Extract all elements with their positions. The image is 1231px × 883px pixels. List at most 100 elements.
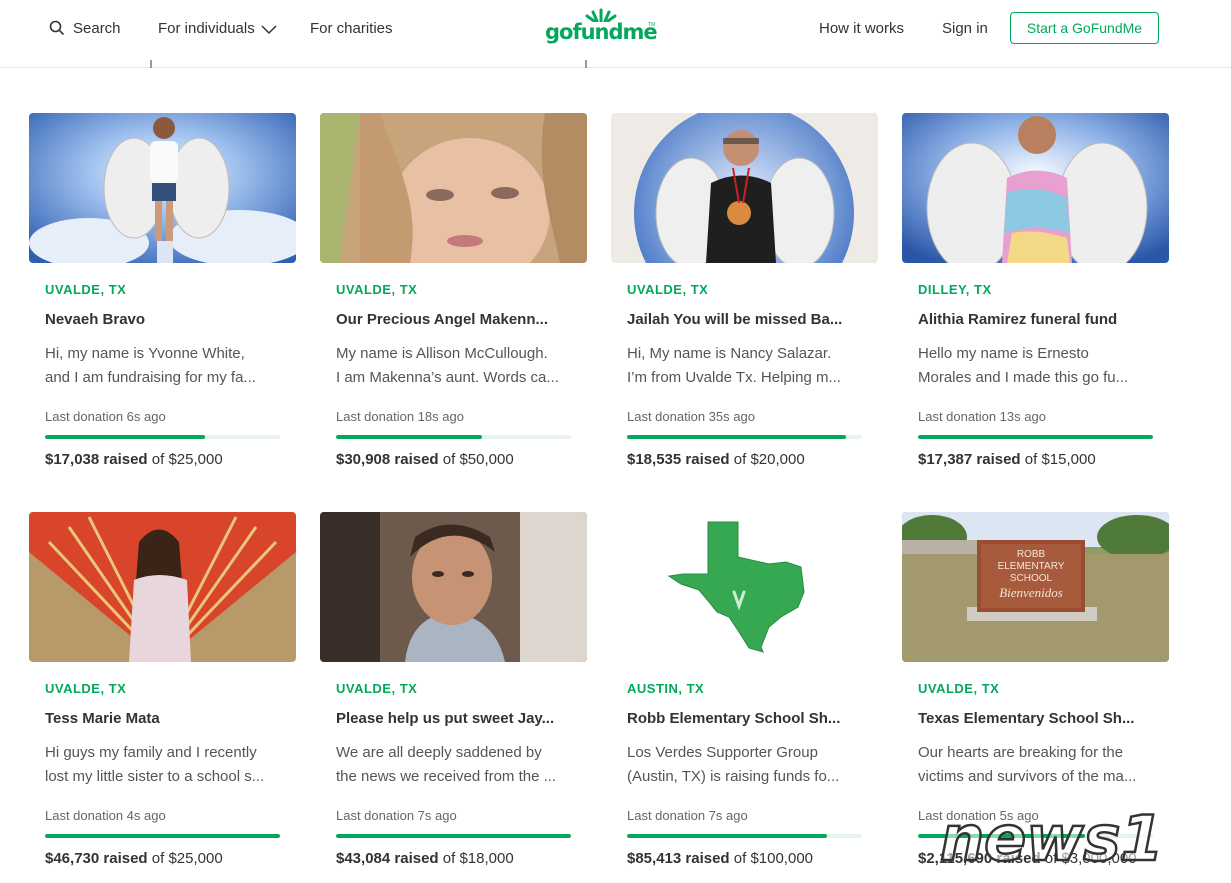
goal-value: of $25,000 — [151, 850, 223, 867]
how-it-works-link[interactable]: How it works — [819, 18, 904, 38]
location-label: UVALDE, TX — [336, 282, 418, 297]
progress-fill — [45, 834, 280, 838]
description-line: My name is Allison McCullough. — [336, 345, 548, 362]
raised-value: $85,413 raised — [627, 850, 730, 867]
fundraiser-image[interactable] — [611, 512, 878, 662]
description-line: and I am fundraising for my fa... — [45, 369, 256, 386]
for-individuals-menu[interactable]: For individuals — [158, 18, 277, 38]
description-line: Our hearts are breaking for the — [918, 744, 1124, 761]
divider — [585, 60, 587, 68]
location-label: AUSTIN, TX — [627, 681, 705, 696]
location-label: UVALDE, TX — [918, 681, 1000, 696]
fundraiser-description: Hello my name is Ernesto Morales and I m… — [918, 342, 1154, 390]
search-button[interactable]: Search — [49, 18, 121, 38]
amount-raised: $18,535 raised of $20,000 — [627, 451, 805, 468]
logo-text: gofundme — [545, 20, 658, 44]
fundraiser-title[interactable]: Tess Marie Mata — [45, 710, 281, 727]
fundraiser-card[interactable]: UVALDE, TX Jailah You will be missed Ba.… — [611, 113, 878, 483]
progress-bar — [336, 435, 571, 439]
search-icon — [49, 20, 65, 36]
last-donation: Last donation 35s ago — [627, 409, 755, 424]
raised-value: $46,730 raised — [45, 850, 148, 867]
sign-in-link[interactable]: Sign in — [942, 18, 988, 38]
for-charities-link[interactable]: For charities — [310, 18, 393, 38]
school-sign-line: Bienvenidos — [999, 585, 1063, 600]
svg-text:news1: news1 — [940, 802, 1164, 875]
fundraiser-title[interactable]: Alithia Ramirez funeral fund — [918, 311, 1154, 328]
description-line: Morales and I made this go fu... — [918, 369, 1129, 386]
progress-bar — [336, 834, 571, 838]
progress-bar — [45, 834, 280, 838]
fundraiser-image[interactable]: ROBB ELEMENTARY SCHOOL Bienvenidos — [902, 512, 1169, 662]
fundraiser-title[interactable]: Robb Elementary School Sh... — [627, 710, 863, 727]
chevron-down-icon — [261, 24, 277, 34]
fundraiser-title[interactable]: Jailah You will be missed Ba... — [627, 311, 863, 328]
amount-raised: $17,387 raised of $15,000 — [918, 451, 1096, 468]
raised-value: $30,908 raised — [336, 451, 439, 468]
progress-fill — [627, 435, 846, 439]
progress-fill — [45, 435, 205, 439]
description-line: We are all deeply saddened by — [336, 744, 542, 761]
description-line: Hi guys my family and I recently — [45, 744, 257, 761]
location-label: UVALDE, TX — [627, 282, 709, 297]
raised-value: $17,038 raised — [45, 451, 148, 468]
goal-value: of $20,000 — [733, 451, 805, 468]
divider — [150, 60, 152, 68]
description-line: Hi, my name is Yvonne White, — [45, 345, 245, 362]
fundraiser-image[interactable] — [320, 512, 587, 662]
location-label: UVALDE, TX — [45, 282, 127, 297]
school-sign-line: ELEMENTARY — [998, 561, 1065, 572]
description-line: Hi, My name is Nancy Salazar. — [627, 345, 832, 362]
fundraiser-image[interactable] — [611, 113, 878, 263]
last-donation: Last donation 6s ago — [45, 409, 166, 424]
fundraiser-card[interactable]: AUSTIN, TX Robb Elementary School Sh... … — [611, 512, 878, 882]
fundraiser-description: Hi guys my family and I recently lost my… — [45, 741, 281, 789]
last-donation: Last donation 4s ago — [45, 808, 166, 823]
site-header: Search For individuals For charities gof… — [0, 0, 1231, 68]
amount-raised: $17,038 raised of $25,000 — [45, 451, 223, 468]
fundraiser-image[interactable] — [320, 113, 587, 263]
fundraiser-card[interactable]: UVALDE, TX Our Precious Angel Makenn... … — [320, 113, 587, 483]
goal-value: of $18,000 — [442, 850, 514, 867]
fundraiser-title[interactable]: Nevaeh Bravo — [45, 311, 281, 328]
fundraiser-description: Hi, My name is Nancy Salazar. I’m from U… — [627, 342, 863, 390]
school-sign-line: SCHOOL — [1010, 573, 1053, 584]
last-donation: Last donation 13s ago — [918, 409, 1046, 424]
start-gofundme-button[interactable]: Start a GoFundMe — [1010, 12, 1159, 44]
last-donation: Last donation 18s ago — [336, 409, 464, 424]
description-line: I’m from Uvalde Tx. Helping m... — [627, 369, 841, 386]
for-individuals-label: For individuals — [158, 19, 255, 37]
fundraiser-title[interactable]: Please help us put sweet Jay... — [336, 710, 572, 727]
raised-value: $18,535 raised — [627, 451, 730, 468]
progress-fill — [336, 435, 482, 439]
fundraiser-title[interactable]: Texas Elementary School Sh... — [918, 710, 1154, 727]
fundraiser-description: We are all deeply saddened by the news w… — [336, 741, 572, 789]
last-donation: Last donation 7s ago — [627, 808, 748, 823]
progress-bar — [918, 435, 1153, 439]
school-sign-line: ROBB — [1017, 549, 1046, 560]
fundraiser-image[interactable] — [29, 512, 296, 662]
goal-value: of $25,000 — [151, 451, 223, 468]
fundraiser-image[interactable] — [902, 113, 1169, 263]
fundraiser-description: Los Verdes Supporter Group (Austin, TX) … — [627, 741, 863, 789]
fundraiser-card[interactable]: UVALDE, TX Tess Marie Mata Hi guys my fa… — [29, 512, 296, 882]
fundraiser-card[interactable]: UVALDE, TX Nevaeh Bravo Hi, my name is Y… — [29, 113, 296, 483]
description-line: lost my little sister to a school s... — [45, 768, 265, 785]
progress-fill — [336, 834, 571, 838]
fundraiser-description: Hi, my name is Yvonne White, and I am fu… — [45, 342, 281, 390]
progress-fill — [918, 435, 1153, 439]
description-line: Hello my name is Ernesto — [918, 345, 1089, 362]
fundraiser-card[interactable]: UVALDE, TX Please help us put sweet Jay.… — [320, 512, 587, 882]
trademark-mark: TM — [648, 22, 656, 28]
amount-raised: $85,413 raised of $100,000 — [627, 850, 813, 867]
progress-fill — [627, 834, 827, 838]
progress-bar — [627, 435, 862, 439]
fundraiser-title[interactable]: Our Precious Angel Makenn... — [336, 311, 572, 328]
progress-bar — [45, 435, 280, 439]
fundraiser-card[interactable]: DILLEY, TX Alithia Ramirez funeral fund … — [902, 113, 1169, 483]
search-label: Search — [73, 19, 121, 37]
gofundme-logo[interactable]: gofundme TM — [545, 8, 658, 44]
description-line: (Austin, TX) is raising funds fo... — [627, 768, 840, 785]
fundraiser-image[interactable] — [29, 113, 296, 263]
fundraiser-description: My name is Allison McCullough. I am Make… — [336, 342, 572, 390]
